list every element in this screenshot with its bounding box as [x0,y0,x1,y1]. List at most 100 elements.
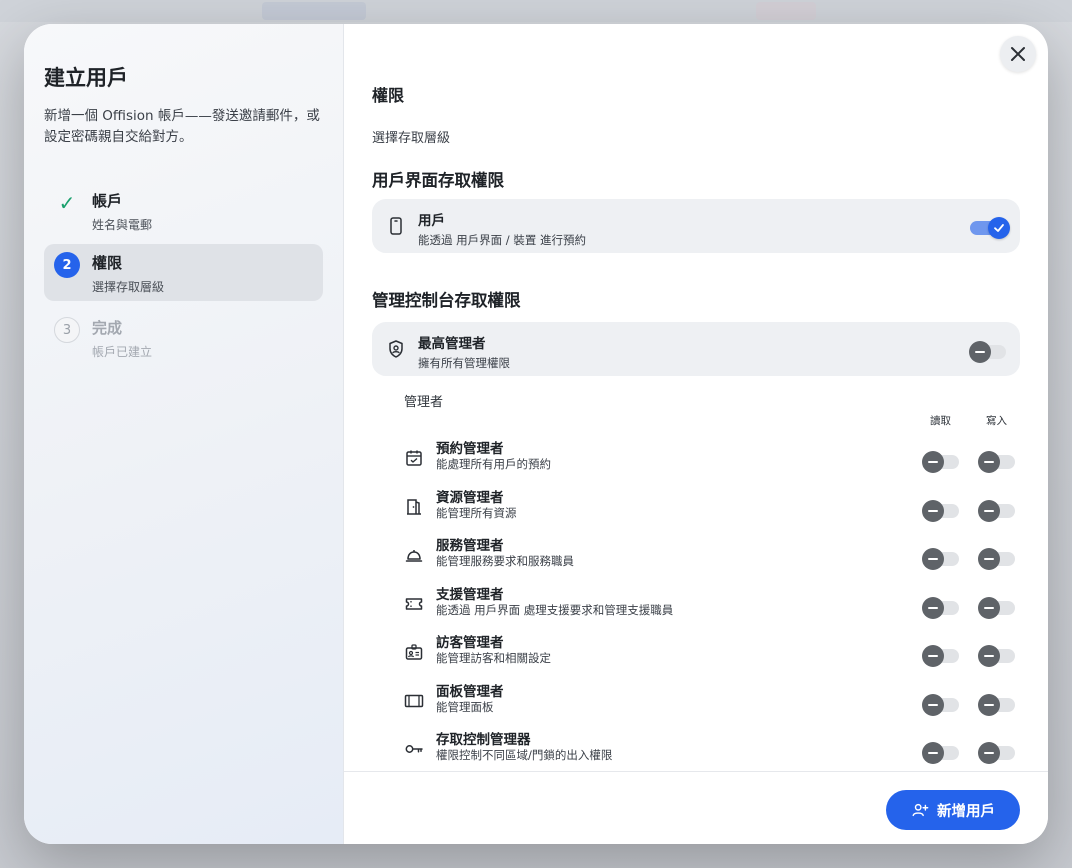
toggle-knob [978,451,1000,473]
step-label: 完成 [92,319,123,337]
toggle-knob [969,341,991,363]
read-toggle[interactable] [922,597,959,619]
key-icon [405,745,423,753]
role-title: 支援管理者 [436,587,504,603]
write-toggle[interactable] [978,742,1015,764]
backdrop-topbar [0,0,1072,22]
read-toggle[interactable] [922,645,959,667]
role-row-booking-admin: 預約管理者 能處理所有用戶的預約 [404,437,1016,477]
check-icon: ✓ [58,191,76,215]
step-number-badge: 2 [54,252,80,278]
step-sub: 姓名與電郵 [92,218,153,232]
read-toggle[interactable] [922,694,959,716]
wizard-step-permissions[interactable]: 2 權限 選擇存取層級 [44,244,323,301]
role-row-support-admin: 支援管理者 能透過 用戶界面 處理支援要求和管理支援職員 [404,583,1016,623]
step-sub: 選擇存取層級 [92,280,165,294]
role-subtitle: 權限控制不同區域/門鎖的出入權限 [436,748,613,762]
role-row-service-admin: 服務管理者 能管理服務要求和服務職員 [404,534,1016,574]
role-subtitle: 能管理服務要求和服務職員 [436,554,574,568]
write-toggle[interactable] [978,548,1015,570]
card-subtitle: 能透過 用戶界面 / 裝置 進行預約 [418,233,586,247]
toggle-knob [922,645,944,667]
toggle-knob [978,548,1000,570]
toggle-knob [922,451,944,473]
role-title: 訪客管理者 [436,635,504,651]
write-toggle[interactable] [978,597,1015,619]
super-admin-card: 最高管理者 擁有所有管理權限 [372,322,1020,376]
role-row-visitor-admin: 訪客管理者 能管理訪客和相關設定 [404,631,1016,671]
section-title: 權限 [372,86,405,105]
write-toggle[interactable] [978,451,1015,473]
role-subtitle: 能管理面板 [436,700,494,714]
user-access-card: 用戶 能透過 用戶界面 / 裝置 進行預約 [372,199,1020,253]
add-user-button[interactable]: 新增用戶 [886,790,1020,830]
role-title: 服務管理者 [436,538,504,554]
close-button[interactable] [1000,36,1036,72]
role-row-resource-admin: 資源管理者 能管理所有資源 [404,486,1016,526]
step-label: 權限 [92,254,123,272]
ticket-icon [405,598,423,610]
phone-icon [390,217,402,235]
toggle-knob [922,548,944,570]
service-bell-icon [405,550,423,562]
calendar-check-icon [406,450,422,466]
add-user-icon [912,803,929,817]
write-toggle[interactable] [978,694,1015,716]
role-row-panel-admin: 面板管理者 能管理面板 [404,680,1016,720]
read-toggle[interactable] [922,742,959,764]
user-access-heading: 用戶界面存取權限 [372,171,504,190]
step-label: 帳戶 [92,192,123,210]
permissions-panel: 權限 選擇存取層級 用戶界面存取權限 用戶 能透過 用戶界面 / 裝置 進行預約 [344,24,1048,844]
super-admin-toggle[interactable] [969,341,1006,363]
toggle-knob [978,742,1000,764]
role-subtitle: 能處理所有用戶的預約 [436,457,551,471]
toggle-knob [922,742,944,764]
write-toggle[interactable] [978,500,1015,522]
wizard-step-done: 3 完成 帳戶已建立 [44,309,323,363]
role-subtitle: 能管理所有資源 [436,506,517,520]
role-row-access-control-admin: 存取控制管理器 權限控制不同區域/門鎖的出入權限 [404,728,1016,768]
role-subtitle: 能管理訪客和相關設定 [436,651,551,665]
toggle-knob [978,500,1000,522]
toggle-knob [922,597,944,619]
read-toggle[interactable] [922,500,959,522]
user-access-toggle[interactable] [970,217,1010,239]
modal-title: 建立用戶 [44,66,128,90]
role-subtitle: 能透過 用戶界面 處理支援要求和管理支援職員 [436,603,674,617]
toggle-knob [922,500,944,522]
close-icon [1011,47,1025,61]
backdrop-chip [262,2,366,20]
modal-footer: 新增用戶 [344,771,1048,844]
read-column-header: 讀取 [930,415,951,427]
card-subtitle: 擁有所有管理權限 [418,356,510,370]
wizard-step-account[interactable]: ✓ 帳戶 姓名與電郵 [44,182,323,236]
role-title: 資源管理者 [436,490,504,506]
step-sub: 帳戶已建立 [92,345,153,359]
card-title: 用戶 [418,213,445,229]
door-icon [407,499,421,515]
toggle-knob [978,645,1000,667]
toggle-knob [978,694,1000,716]
role-title: 存取控制管理器 [436,732,531,748]
panel-icon [404,694,424,708]
read-toggle[interactable] [922,548,959,570]
toggle-knob [978,597,1000,619]
toggle-knob [922,694,944,716]
write-column-header: 寫入 [986,415,1007,427]
write-toggle[interactable] [978,645,1015,667]
modal-description: 新增一個 Offision 帳戶——發送邀請郵件，或設定密碼親自交給對方。 [44,108,320,145]
visitor-badge-icon [405,644,423,660]
create-user-modal: 建立用戶 新增一個 Offision 帳戶——發送邀請郵件，或設定密碼親自交給對… [24,24,1048,844]
admin-access-heading: 管理控制台存取權限 [372,291,521,310]
read-toggle[interactable] [922,451,959,473]
card-title: 最高管理者 [418,336,486,352]
check-icon [994,224,1004,232]
step-number-badge: 3 [54,317,80,343]
add-user-label: 新增用戶 [937,803,995,820]
permissions-scroll-area[interactable]: 權限 選擇存取層級 用戶界面存取權限 用戶 能透過 用戶界面 / 裝置 進行預約 [344,24,1048,771]
admins-label: 管理者 [404,395,444,410]
shield-icon [389,340,403,358]
toggle-knob [988,217,1010,239]
section-subtitle: 選擇存取層級 [372,131,451,146]
wizard-sidebar: 建立用戶 新增一個 Offision 帳戶——發送邀請郵件，或設定密碼親自交給對… [24,24,344,844]
